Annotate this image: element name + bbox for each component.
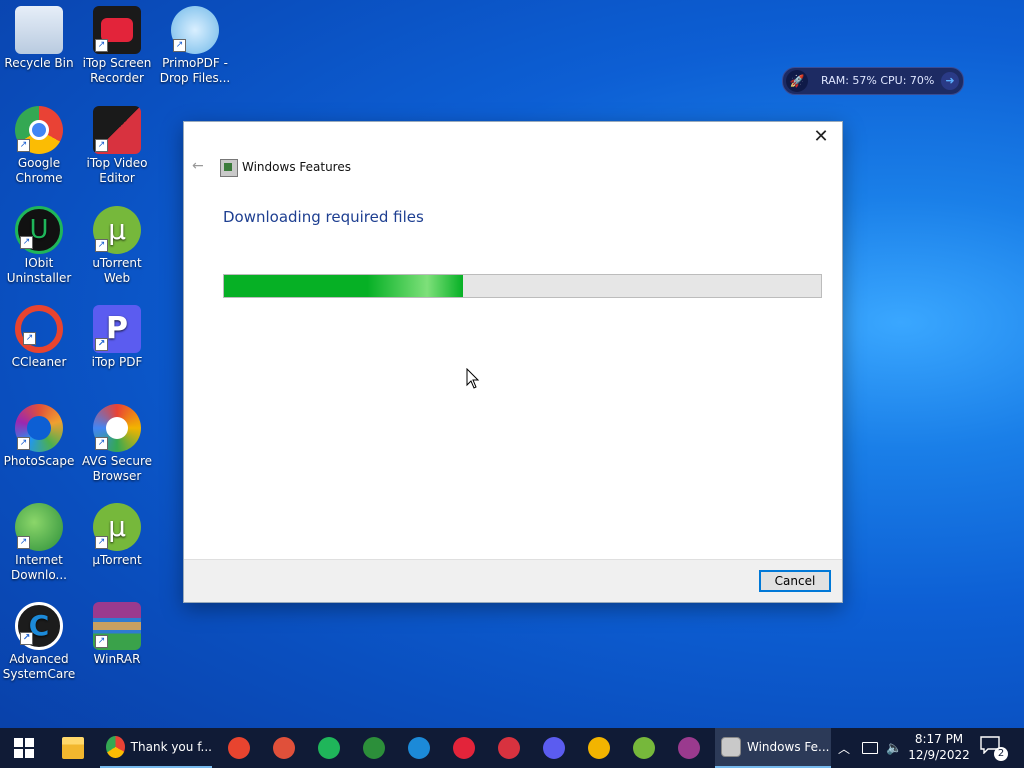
taskbar-pinned-screen-recorder[interactable]: [443, 728, 485, 768]
mouse-cursor-icon: [466, 368, 480, 389]
windows-features-dialog: ✕ ← Windows Features Downloading require…: [183, 121, 843, 603]
desktop-icon-ccleaner[interactable]: ↗ CCleaner: [0, 305, 78, 370]
taskbar-pinned-ccleaner[interactable]: [218, 728, 260, 768]
advanced-systemcare-icon: C ↗: [15, 602, 63, 650]
chevron-up-icon: ︿: [838, 741, 851, 756]
itop-pdf-icon: [543, 737, 565, 759]
taskbar-pinned-iobit-uninstaller[interactable]: [308, 728, 350, 768]
desktop-icon-google-chrome[interactable]: ↗ Google Chrome: [0, 106, 78, 186]
desktop-icon-primopdf[interactable]: ↗ PrimoPDF - Drop Files...: [156, 6, 234, 86]
photoscape-icon: [273, 737, 295, 759]
taskbar-pinned-video-editor[interactable]: [488, 728, 530, 768]
action-center-button[interactable]: 2: [980, 736, 1008, 761]
video-editor-icon: ↗: [93, 106, 141, 154]
close-button[interactable]: ✕: [806, 126, 836, 148]
dialog-heading: Downloading required files: [223, 208, 424, 226]
desktop-icon-internet-download-manager[interactable]: ↗ Internet Downlo...: [0, 503, 78, 583]
desktop-icon-itop-screen-recorder[interactable]: ↗ iTop Screen Recorder: [78, 6, 156, 86]
dialog-title: Windows Features: [242, 160, 351, 174]
chrome-icon: ↗: [15, 106, 63, 154]
iobit-uninstaller-icon: [318, 737, 340, 759]
taskbar-clock[interactable]: 8:17 PM 12/9/2022: [905, 731, 973, 763]
photoscape-icon: ↗: [15, 404, 63, 452]
desktop-icon-utorrent[interactable]: µ ↗ µTorrent: [78, 503, 156, 568]
desktop-icon-iobit-uninstaller[interactable]: U ↗ IObit Uninstaller: [0, 206, 78, 286]
desktop-icon-advanced-systemcare[interactable]: C ↗ Advanced SystemCare: [0, 602, 78, 682]
desktop-icon-recycle-bin[interactable]: Recycle Bin: [0, 6, 78, 71]
ram-cpu-readout: RAM: 57% CPU: 70%: [821, 74, 935, 87]
notification-count-badge: 2: [994, 747, 1008, 761]
progress-fill: [224, 275, 463, 297]
taskbar-windows-features-window[interactable]: Windows Fe...: [715, 728, 831, 768]
speaker-muted-icon[interactable]: 🔈: [886, 728, 902, 768]
folder-icon: [62, 737, 84, 759]
utorrent-web-icon: µ ↗: [93, 206, 141, 254]
clock-date: 12/9/2022: [908, 748, 970, 762]
ccleaner-icon: ↗: [15, 305, 63, 353]
taskbar-pinned-internet-download-manager[interactable]: [353, 728, 395, 768]
itop-pdf-icon: P ↗: [93, 305, 141, 353]
system-monitor-widget[interactable]: 🚀 RAM: 57% CPU: 70% ➜: [782, 67, 964, 95]
utorrent-icon: [633, 737, 655, 759]
windows-features-icon: [220, 159, 238, 177]
desktop-icon-itop-pdf[interactable]: P ↗ iTop PDF: [78, 305, 156, 370]
desktop-icon-itop-video-editor[interactable]: ↗ iTop Video Editor: [78, 106, 156, 186]
taskbar-pinned-avg-browser[interactable]: [578, 728, 620, 768]
primopdf-icon: ↗: [171, 6, 219, 54]
taskbar-pinned-photoscape[interactable]: [263, 728, 305, 768]
taskbar-chrome-window[interactable]: Thank you f...: [100, 728, 212, 768]
recycle-bin-icon: [15, 6, 63, 54]
arrow-right-icon[interactable]: ➜: [941, 72, 959, 90]
download-progress-bar: [223, 274, 822, 298]
desktop-icon-utorrent-web[interactable]: µ ↗ uTorrent Web: [78, 206, 156, 286]
dialog-footer: Cancel: [184, 559, 842, 602]
ccleaner-icon: [228, 737, 250, 759]
clock-time: 8:17 PM: [914, 732, 964, 746]
windows-features-icon: [721, 737, 741, 757]
desktop-icon-winrar[interactable]: ↗ WinRAR: [78, 602, 156, 667]
utorrent-icon: µ ↗: [93, 503, 141, 551]
back-arrow-icon[interactable]: ←: [192, 158, 204, 174]
iobit-uninstaller-icon: U ↗: [15, 206, 63, 254]
internet-download-manager-icon: [363, 737, 385, 759]
video-editor-icon: [498, 737, 520, 759]
winrar-icon: [678, 737, 700, 759]
desktop-icon-photoscape[interactable]: ↗ PhotoScape: [0, 404, 78, 469]
taskbar-pinned-utorrent[interactable]: [623, 728, 665, 768]
avg-browser-icon: [588, 737, 610, 759]
screen-recorder-icon: ↗: [93, 6, 141, 54]
winrar-icon: ↗: [93, 602, 141, 650]
advanced-systemcare-icon: [408, 737, 430, 759]
taskbar-pinned-advanced-systemcare[interactable]: [398, 728, 440, 768]
internet-download-manager-icon: ↗: [15, 503, 63, 551]
windows-logo-icon: [14, 738, 34, 758]
network-icon[interactable]: [862, 728, 878, 768]
taskbar-file-explorer[interactable]: [52, 728, 94, 768]
avg-browser-icon: ↗: [93, 404, 141, 452]
taskbar: Thank you f... Windows Fe... ︿ 🔈 8:17 PM…: [0, 728, 1024, 768]
show-hidden-icons-button[interactable]: ︿: [838, 728, 850, 768]
screen-recorder-icon: [453, 737, 475, 759]
desktop-icon-avg-secure-browser[interactable]: ↗ AVG Secure Browser: [78, 404, 156, 484]
rocket-icon[interactable]: 🚀: [786, 70, 808, 92]
start-button[interactable]: [0, 728, 48, 768]
taskbar-pinned-itop-pdf[interactable]: [533, 728, 575, 768]
taskbar-pinned-winrar[interactable]: [668, 728, 710, 768]
chrome-icon: [106, 736, 125, 758]
cancel-button[interactable]: Cancel: [759, 570, 831, 592]
